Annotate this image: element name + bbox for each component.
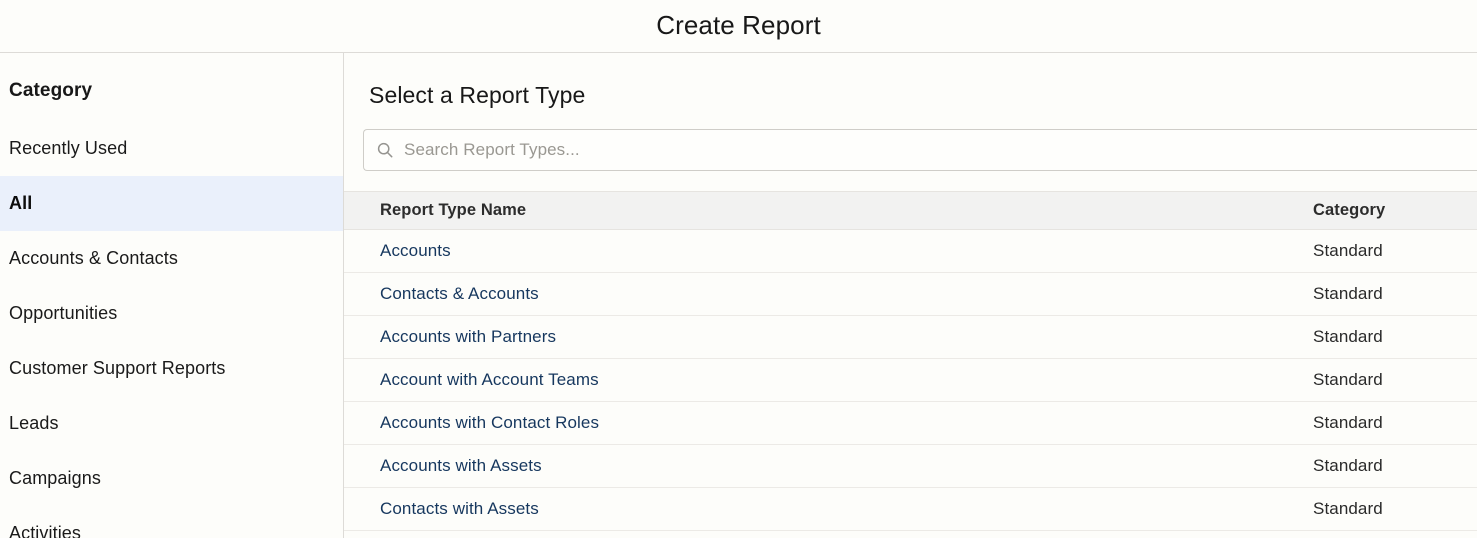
cell-category: Standard [1297, 229, 1477, 274]
cell-report-type-name: Accounts [344, 229, 1297, 274]
panel-heading: Select a Report Type [369, 82, 586, 108]
cell-category: Standard [1297, 487, 1477, 532]
page-title: Create Report [656, 10, 821, 40]
sidebar-item-accounts-contacts[interactable]: Accounts & Contacts [0, 231, 343, 286]
column-header-report-type-name[interactable]: Report Type Name [344, 191, 1297, 231]
report-type-link[interactable]: Contacts & Accounts [380, 284, 539, 303]
table-row[interactable]: Accounts with Partners Standard [344, 315, 1477, 360]
cell-report-type-name: Accounts with Contact Roles [344, 401, 1297, 446]
sidebar-item-label: Leads [9, 413, 59, 433]
table-row[interactable]: Contacts with Assets Standard [344, 487, 1477, 532]
cell-report-type-name: Accounts with Partners [344, 315, 1297, 360]
table-row[interactable]: Accounts with Assets Standard [344, 444, 1477, 489]
table-row[interactable]: Account with Account Teams Standard [344, 358, 1477, 403]
sidebar-item-opportunities[interactable]: Opportunities [0, 286, 343, 341]
search-area [344, 108, 1477, 172]
search-box[interactable] [363, 129, 1477, 172]
cell-category: Standard [1297, 358, 1477, 403]
sidebar-list: Recently Used All Accounts & Contacts Op… [0, 121, 343, 538]
report-type-link[interactable]: Accounts with Partners [380, 327, 556, 346]
report-type-table: Report Type Name Category Accounts Stand… [344, 191, 1477, 532]
cell-category: Standard [1297, 315, 1477, 360]
report-type-table-container[interactable]: Report Type Name Category Accounts Stand… [344, 191, 1477, 538]
sidebar-item-label: Customer Support Reports [9, 358, 226, 378]
cell-report-type-name: Contacts & Accounts [344, 272, 1297, 317]
report-type-panel: Select a Report Type Report Type Name C [344, 53, 1477, 538]
table-body: Accounts Standard Contacts & Accounts St… [344, 229, 1477, 532]
modal-header: Create Report [0, 0, 1477, 53]
search-input[interactable] [404, 140, 1477, 161]
table-row[interactable]: Accounts with Contact Roles Standard [344, 401, 1477, 446]
sidebar-item-label: Campaigns [9, 468, 101, 488]
sidebar-heading: Category [9, 80, 93, 101]
sidebar-item-label: Opportunities [9, 303, 118, 323]
sidebar-item-customer-support-reports[interactable]: Customer Support Reports [0, 341, 343, 396]
cell-category: Standard [1297, 272, 1477, 317]
create-report-modal: Create Report Category Recently Used All… [0, 0, 1477, 538]
sidebar-item-label: Accounts & Contacts [9, 248, 178, 268]
cell-category: Standard [1297, 444, 1477, 489]
report-type-link[interactable]: Contacts with Assets [380, 499, 539, 518]
modal-body: Category Recently Used All Accounts & Co… [0, 53, 1477, 538]
report-type-link[interactable]: Accounts with Assets [380, 456, 542, 475]
column-header-category[interactable]: Category [1297, 191, 1477, 231]
table-header-row: Report Type Name Category [344, 191, 1477, 231]
sidebar-item-label: All [9, 193, 33, 213]
report-type-link[interactable]: Accounts [380, 241, 451, 260]
cell-report-type-name: Contacts with Assets [344, 487, 1297, 532]
category-sidebar: Category Recently Used All Accounts & Co… [0, 53, 344, 538]
search-icon [377, 143, 393, 158]
table-row[interactable]: Accounts Standard [344, 229, 1477, 274]
cell-report-type-name: Accounts with Assets [344, 444, 1297, 489]
sidebar-item-activities[interactable]: Activities [0, 506, 343, 538]
table-head: Report Type Name Category [344, 191, 1477, 231]
sidebar-item-all[interactable]: All [0, 176, 343, 231]
sidebar-item-recently-used[interactable]: Recently Used [0, 121, 343, 176]
cell-category: Standard [1297, 401, 1477, 446]
sidebar-item-label: Recently Used [9, 138, 128, 158]
report-type-link[interactable]: Account with Account Teams [380, 370, 599, 389]
table-row[interactable]: Contacts & Accounts Standard [344, 272, 1477, 317]
cell-report-type-name: Account with Account Teams [344, 358, 1297, 403]
sidebar-item-campaigns[interactable]: Campaigns [0, 451, 343, 506]
report-type-link[interactable]: Accounts with Contact Roles [380, 413, 599, 432]
sidebar-item-leads[interactable]: Leads [0, 396, 343, 451]
sidebar-item-label: Activities [9, 523, 82, 538]
